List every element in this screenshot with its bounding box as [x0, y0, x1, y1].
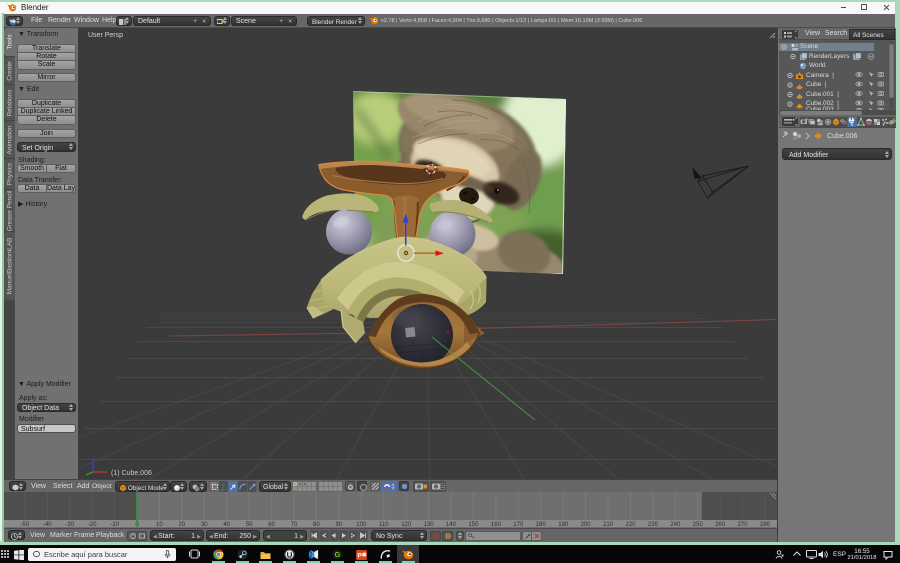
svg-text:110: 110 [379, 522, 389, 527]
svg-text:40: 40 [223, 522, 230, 527]
svg-text:250: 250 [693, 522, 704, 527]
svg-text:-40: -40 [43, 522, 52, 527]
svg-text:90: 90 [336, 522, 343, 527]
svg-text:-10: -10 [110, 522, 119, 527]
svg-text:140: 140 [446, 522, 457, 527]
svg-text:170: 170 [513, 522, 524, 527]
svg-text:150: 150 [468, 522, 479, 527]
svg-text:P: P [357, 552, 362, 559]
svg-text:220: 220 [625, 522, 636, 527]
svg-text:80: 80 [313, 522, 320, 527]
svg-text:-20: -20 [88, 522, 97, 527]
svg-text:260: 260 [715, 522, 726, 527]
svg-text:100: 100 [356, 522, 367, 527]
svg-text:200: 200 [581, 522, 592, 527]
svg-text:270: 270 [738, 522, 749, 527]
svg-text:130: 130 [424, 522, 435, 527]
svg-text:G: G [335, 550, 341, 559]
svg-text:120: 120 [401, 522, 412, 527]
svg-text:160: 160 [491, 522, 502, 527]
svg-text:20: 20 [179, 522, 186, 527]
svg-text:210: 210 [603, 522, 614, 527]
svg-text:280: 280 [760, 522, 771, 527]
svg-text:10: 10 [156, 522, 163, 527]
svg-text:70: 70 [291, 522, 298, 527]
svg-text:50: 50 [246, 522, 253, 527]
svg-text:240: 240 [670, 522, 681, 527]
svg-text:180: 180 [536, 522, 547, 527]
svg-text:30: 30 [201, 522, 208, 527]
svg-text:-50: -50 [21, 522, 30, 527]
svg-text:230: 230 [648, 522, 659, 527]
svg-text:190: 190 [558, 522, 569, 527]
svg-text:60: 60 [268, 522, 275, 527]
svg-text:-30: -30 [65, 522, 74, 527]
